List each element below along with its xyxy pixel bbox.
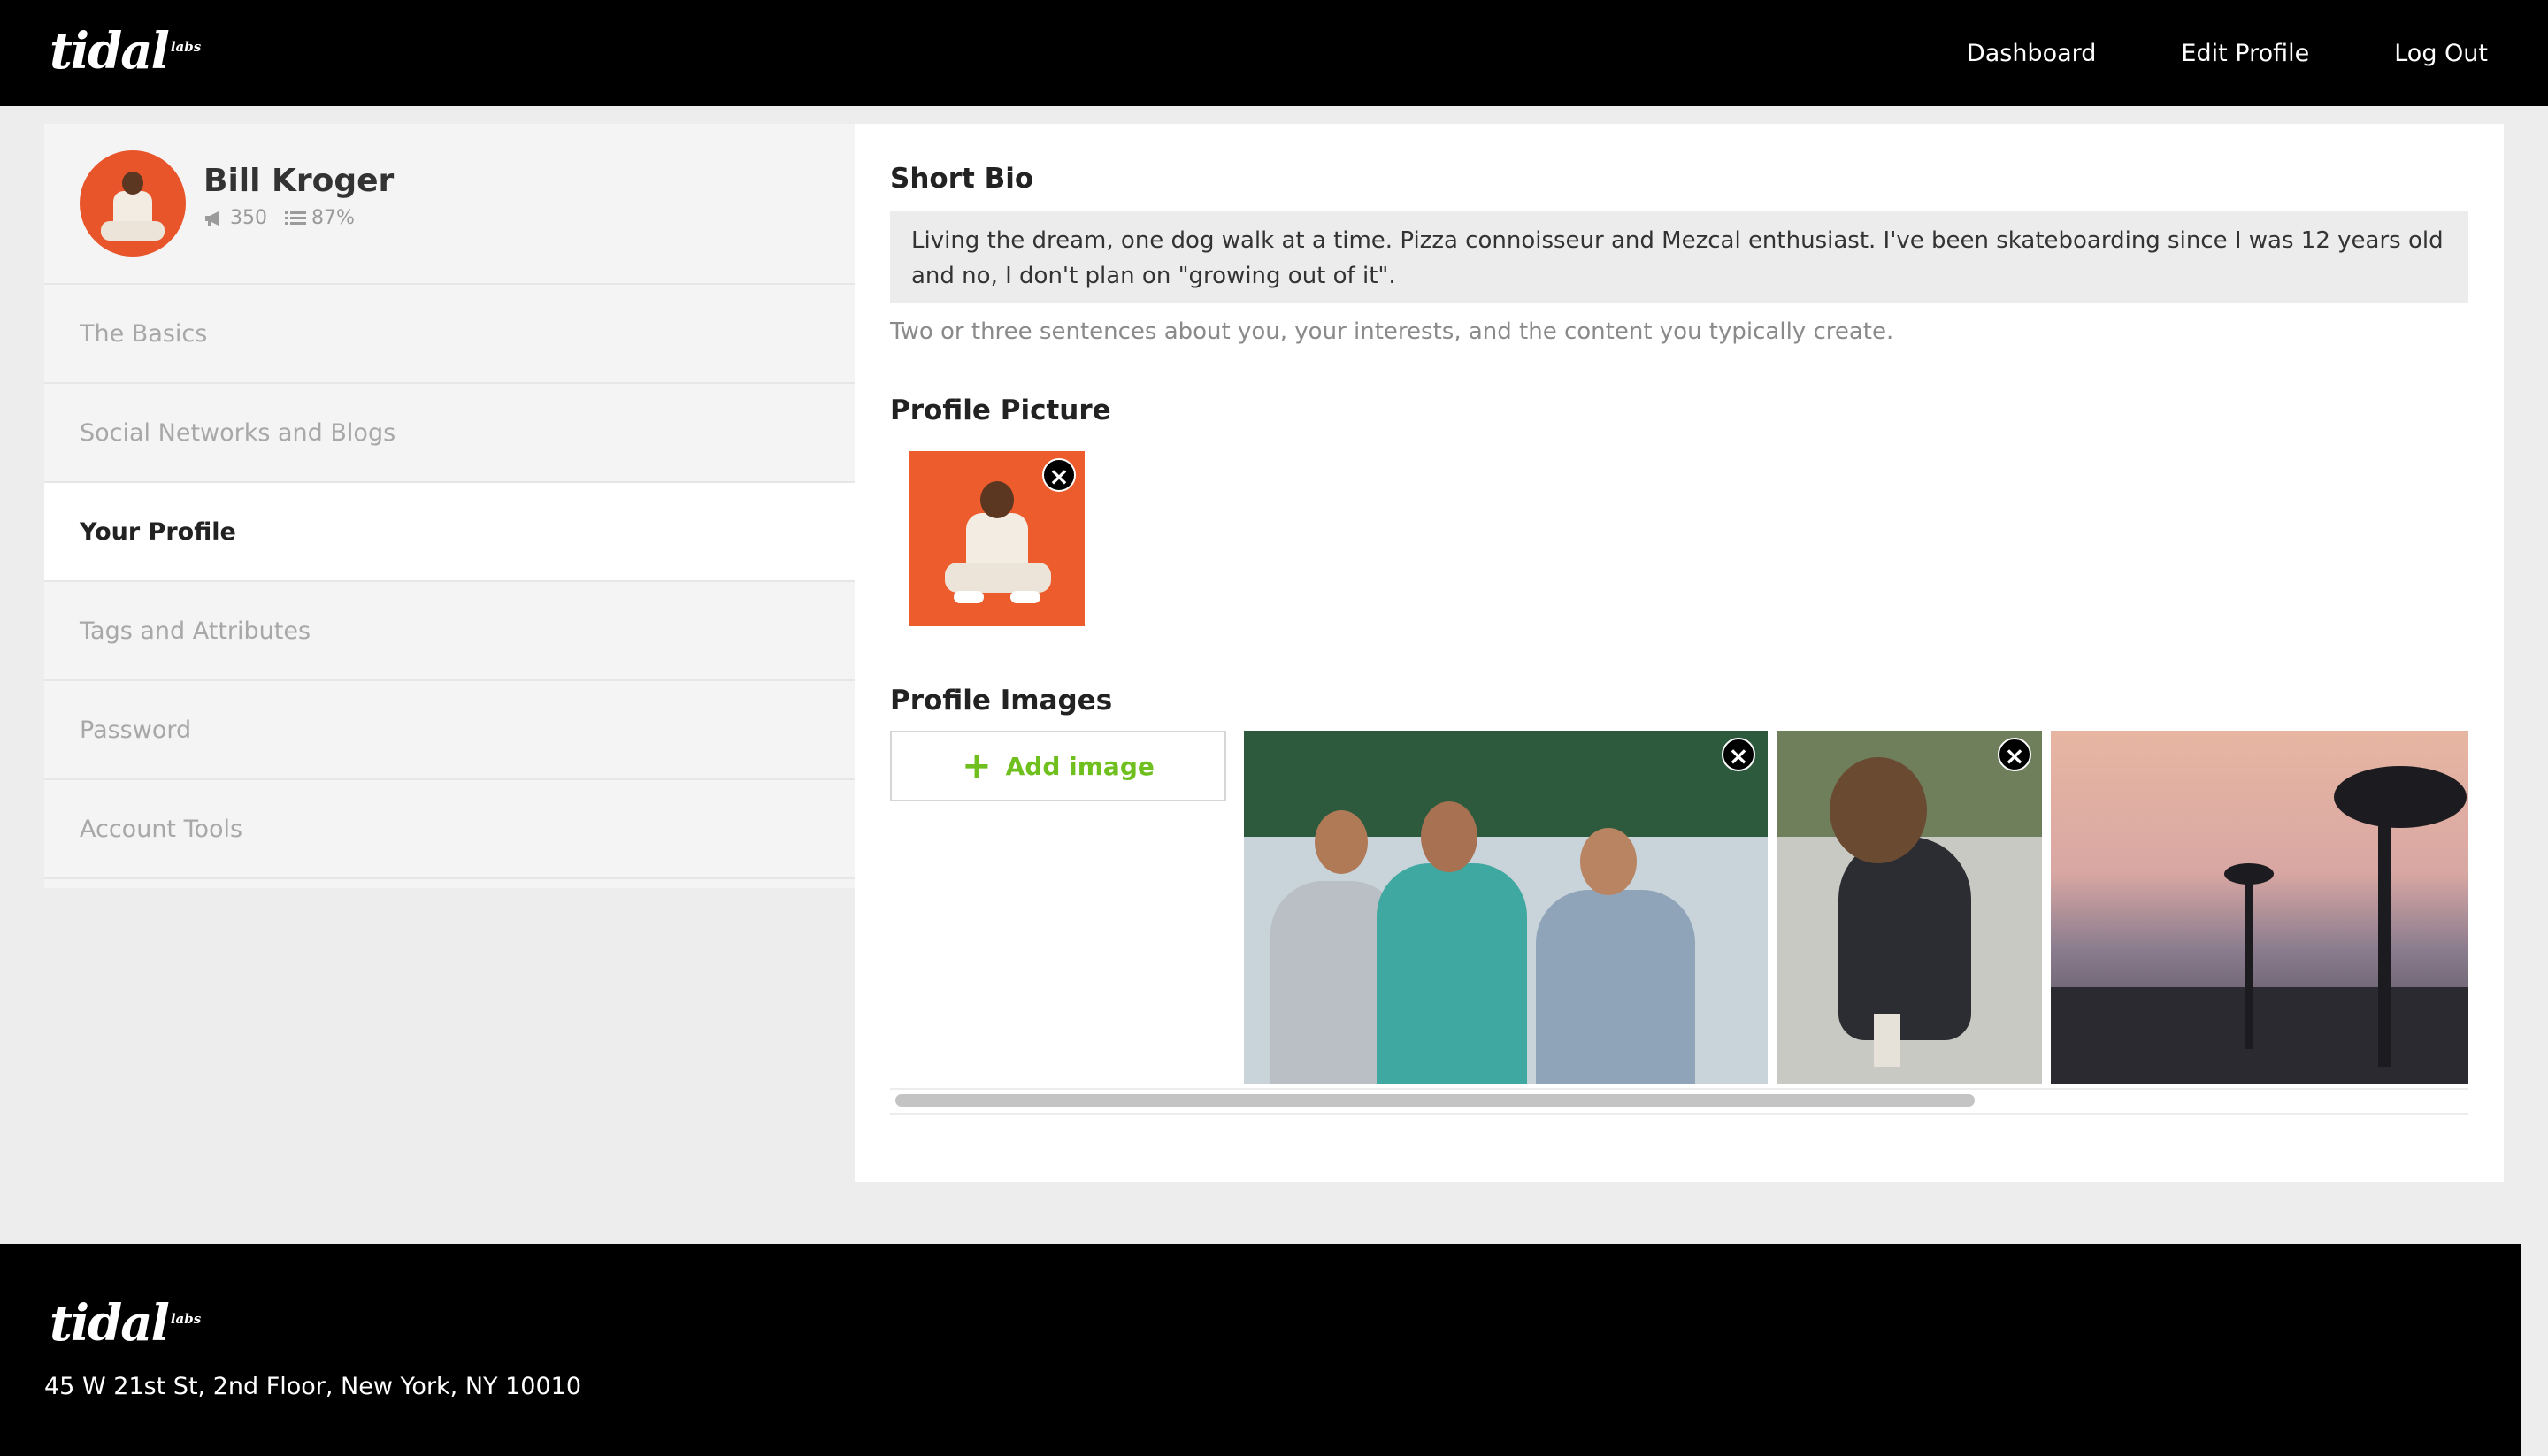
images-scrollbar[interactable]: [890, 1088, 2468, 1115]
profile-image-sunset-photo[interactable]: [2051, 731, 2468, 1084]
profile-picture-thumbnail[interactable]: ×: [909, 451, 1085, 626]
plus-icon: +: [962, 746, 992, 786]
followers-count: 350: [230, 207, 267, 229]
add-image-button[interactable]: + Add image: [890, 731, 1226, 801]
sidebar-item-password[interactable]: Password: [44, 681, 855, 780]
completion-stat: 87%: [285, 207, 355, 229]
add-image-label: Add image: [1005, 751, 1155, 781]
profile-image-group-photo[interactable]: ×: [1244, 731, 1768, 1084]
top-navbar: tidal labs Dashboard Edit Profile Log Ou…: [0, 0, 2548, 106]
brand-logo[interactable]: tidal labs: [50, 27, 201, 76]
remove-image-2-icon[interactable]: ×: [1998, 738, 2031, 771]
profile-sidebar: Bill Kroger 350 87% The Basics Social Ne…: [44, 124, 855, 888]
user-stats: 350 87%: [203, 207, 355, 229]
remove-picture-icon[interactable]: ×: [1042, 458, 1076, 492]
remove-image-1-icon[interactable]: ×: [1722, 738, 1755, 771]
short-bio-textarea[interactable]: Living the dream, one dog walk at a time…: [890, 211, 2468, 303]
nav-dashboard-link[interactable]: Dashboard: [1967, 40, 2096, 67]
profile-images-heading: Profile Images: [890, 685, 1113, 717]
sidebar-item-tags[interactable]: Tags and Attributes: [44, 582, 855, 681]
user-summary-card: Bill Kroger 350 87%: [44, 124, 855, 285]
sidebar-item-social-networks[interactable]: Social Networks and Blogs: [44, 384, 855, 483]
sidebar-item-basics[interactable]: The Basics: [44, 285, 855, 384]
main-nav: Dashboard Edit Profile Log Out: [1967, 0, 2488, 106]
profile-picture-heading: Profile Picture: [890, 395, 1111, 426]
short-bio-help-text: Two or three sentences about you, your i…: [890, 318, 1894, 345]
footer-brand-logo[interactable]: tidal labs: [50, 1299, 201, 1348]
nav-log-out-link[interactable]: Log Out: [2394, 40, 2488, 67]
followers-stat: 350: [203, 207, 267, 229]
site-footer: tidal labs 45 W 21st St, 2nd Floor, New …: [0, 1244, 2521, 1456]
profile-form-panel: Short Bio Living the dream, one dog walk…: [855, 124, 2504, 1182]
avatar: [80, 150, 186, 257]
profile-image-dog-photo[interactable]: ×: [1777, 731, 2042, 1084]
footer-address: 45 W 21st St, 2nd Floor, New York, NY 10…: [44, 1373, 582, 1400]
images-scrollbar-thumb[interactable]: [895, 1094, 1975, 1107]
short-bio-heading: Short Bio: [890, 163, 1034, 195]
nav-edit-profile-link[interactable]: Edit Profile: [2181, 40, 2309, 67]
sidebar-item-account-tools[interactable]: Account Tools: [44, 780, 855, 879]
user-name: Bill Kroger: [203, 163, 395, 199]
sidebar-item-your-profile[interactable]: Your Profile: [44, 483, 855, 582]
completion-percent: 87%: [311, 207, 355, 229]
megaphone-icon: [205, 211, 219, 226]
profile-images-strip[interactable]: × ×: [1244, 731, 2468, 1084]
list-icon: [285, 211, 306, 225]
